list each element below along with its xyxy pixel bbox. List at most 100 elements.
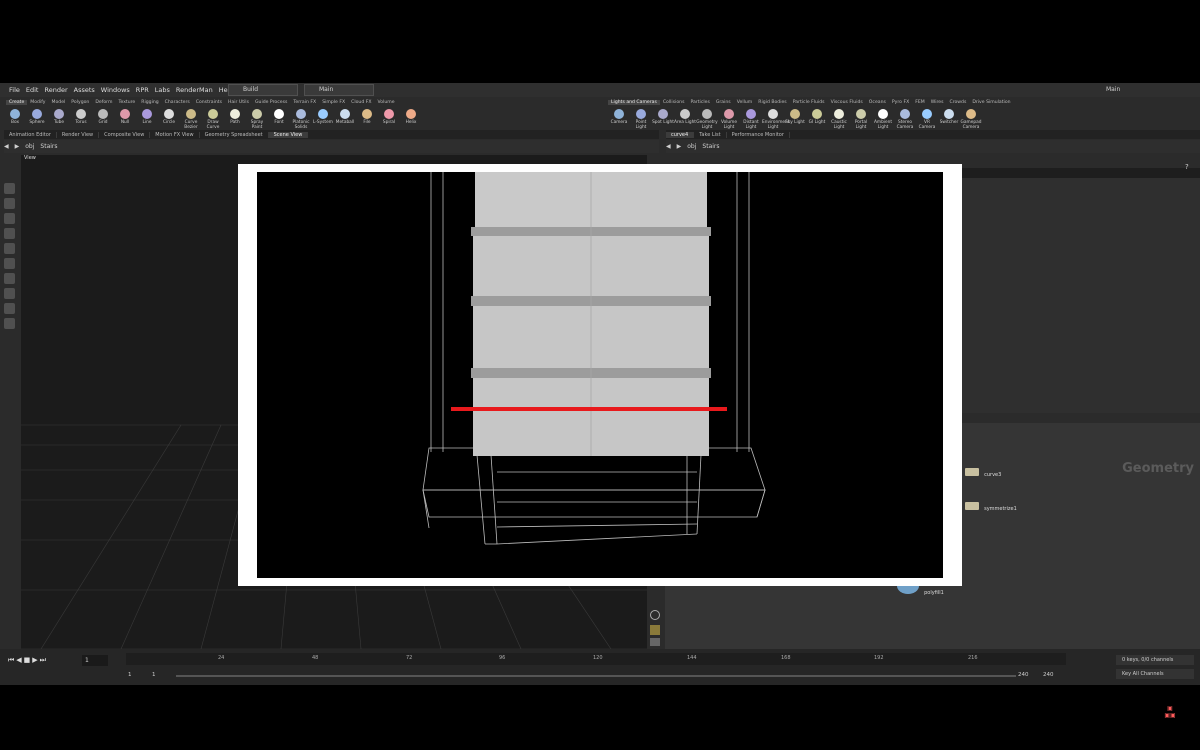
shelf-tab-drive-simulation[interactable]: Drive Simulation [969, 100, 1013, 105]
shelf-tab-rigging[interactable]: Rigging [138, 100, 161, 105]
tool-point-light[interactable]: Point Light [630, 108, 652, 130]
scale-tool-icon[interactable] [4, 243, 15, 254]
tool-portal-light[interactable]: Portal Light [850, 108, 872, 130]
paint-tool-icon[interactable] [4, 288, 15, 299]
frame-field[interactable]: 1 [82, 655, 108, 666]
pane-tab-composite-view[interactable]: Composite View [99, 131, 151, 138]
light-tool-icon[interactable] [4, 273, 15, 284]
tool-file[interactable]: File [356, 108, 378, 130]
shelf-tab-particle-fluids[interactable]: Particle Fluids [790, 100, 828, 105]
pane-tab-performance-monitor[interactable]: Performance Monitor [727, 131, 790, 138]
tool-font[interactable]: Font [268, 108, 290, 130]
tool-torus[interactable]: Torus [70, 108, 92, 130]
tool-circle[interactable]: Circle [158, 108, 180, 130]
range-end-2[interactable]: 240 [1043, 672, 1054, 678]
shelf-tab-oceans[interactable]: Oceans [866, 100, 889, 105]
path-root[interactable]: obj [687, 143, 696, 150]
menu-rpr[interactable]: RPR [133, 86, 152, 94]
range-slider[interactable] [176, 675, 1016, 677]
range-start-2[interactable]: 1 [152, 672, 156, 678]
tool-spiral[interactable]: Spiral [378, 108, 400, 130]
menu-labs[interactable]: Labs [152, 86, 173, 94]
tool-camera[interactable]: Camera [608, 108, 630, 130]
snap-icon[interactable] [4, 303, 15, 314]
tool-spray-paint[interactable]: Spray Paint [246, 108, 268, 130]
network-node-curve3[interactable]: curve3 [965, 461, 1001, 480]
shelf-tab-create[interactable]: Create [6, 100, 28, 105]
shelf-tab-texture[interactable]: Texture [115, 100, 138, 105]
key-all-channels-button[interactable]: Key All Channels [1116, 669, 1194, 679]
tool-area-light[interactable]: Area Light [674, 108, 696, 130]
shelf-tab-volume[interactable]: Volume [375, 100, 398, 105]
magnet-icon[interactable] [4, 318, 15, 329]
shelf-tab-particles[interactable]: Particles [687, 100, 712, 105]
desktop-main-select[interactable]: Main [304, 84, 374, 96]
range-end[interactable]: 240 [1018, 672, 1029, 678]
shelf-tab-terrain-fx[interactable]: Terrain FX [290, 100, 319, 105]
shelf-tab-rigid-bodies[interactable]: Rigid Bodies [755, 100, 789, 105]
shelf-tab-constraints[interactable]: Constraints [193, 100, 225, 105]
tool-distant-light[interactable]: Distant Light [740, 108, 762, 130]
right-main-select[interactable]: Main [1092, 84, 1196, 96]
tool-ambient-light[interactable]: Ambient Light [872, 108, 894, 130]
tool-platonic-solids[interactable]: Platonic Solids [290, 108, 312, 130]
rotate-tool-icon[interactable] [4, 228, 15, 239]
menu-windows[interactable]: Windows [98, 86, 133, 94]
tool-draw-curve[interactable]: Draw Curve [202, 108, 224, 130]
tool-sphere[interactable]: Sphere [26, 108, 48, 130]
timeline-track[interactable]: 24 48 72 96 120 144 168 192 216 [126, 653, 1066, 665]
tool-l-system[interactable]: L-System [312, 108, 334, 130]
tool-gi-light[interactable]: GI Light [806, 108, 828, 130]
menu-file[interactable]: File [6, 86, 23, 94]
tool-path[interactable]: Path [224, 108, 246, 130]
shelf-tab-cloud-fx[interactable]: Cloud FX [348, 100, 374, 105]
network-node-symmetrize1[interactable]: symmetrize1 [965, 495, 1017, 514]
tool-vr-camera[interactable]: VR Camera [916, 108, 938, 130]
shelf-tab-deform[interactable]: Deform [92, 100, 115, 105]
shelf-tab-hair-utils[interactable]: Hair Utils [225, 100, 252, 105]
pane-tab-curve4[interactable]: curve4 [666, 131, 695, 138]
tool-spot-light[interactable]: Spot Light [652, 108, 674, 130]
handle-tool-icon[interactable] [4, 183, 15, 194]
tool-curve-bezier[interactable]: Curve Bezier [180, 108, 202, 130]
forward-arrow-icon[interactable]: ▶ [15, 143, 20, 150]
shelf-tab-collisions[interactable]: Collisions [660, 100, 688, 105]
shelf-tab-wires[interactable]: Wires [928, 100, 947, 105]
menu-renderman[interactable]: RenderMan [173, 86, 216, 94]
tool-volume-light[interactable]: Volume Light [718, 108, 740, 130]
shelf-tab-pyro-fx[interactable]: Pyro FX [889, 100, 912, 105]
pane-tab-take-list[interactable]: Take List [694, 131, 727, 138]
pane-tab-animation-editor[interactable]: Animation Editor [4, 131, 57, 138]
tool-metaball[interactable]: Metaball [334, 108, 356, 130]
shelf-tab-crowds[interactable]: Crowds [946, 100, 969, 105]
tool-caustic-light[interactable]: Caustic Light [828, 108, 850, 130]
menu-render[interactable]: Render [41, 86, 70, 94]
tool-box[interactable]: Box [4, 108, 26, 130]
shelf-tab-vellum[interactable]: Vellum [734, 100, 756, 105]
playback-controls[interactable]: ⏮◀■▶⏭ [8, 656, 48, 665]
tool-geometry-light[interactable]: Geometry Light [696, 108, 718, 130]
pane-tab-scene-view[interactable]: Scene View [268, 131, 309, 138]
camera-display-icon[interactable] [650, 638, 660, 646]
tool-line[interactable]: Line [136, 108, 158, 130]
tool-switcher[interactable]: Switcher [938, 108, 960, 130]
pane-tab-render-view[interactable]: Render View [57, 131, 100, 138]
tool-sky-light[interactable]: Sky Light [784, 108, 806, 130]
desktop-build-select[interactable]: Build [228, 84, 298, 96]
tool-environment-light[interactable]: Environment Light [762, 108, 789, 130]
tool-null[interactable]: Null [114, 108, 136, 130]
move-tool-icon[interactable] [4, 213, 15, 224]
info-icon[interactable] [650, 610, 660, 620]
shelf-tab-polygon[interactable]: Polygon [68, 100, 92, 105]
shelf-tab-fem[interactable]: FEM [912, 100, 928, 105]
shelf-tab-modify[interactable]: Modify [27, 100, 48, 105]
shelf-tab-grains[interactable]: Grains [713, 100, 734, 105]
shelf-tab-lights-and-cameras[interactable]: Lights and Cameras [608, 100, 660, 105]
pane-tab-motion-fx-view[interactable]: Motion FX View [150, 131, 200, 138]
select-tool-icon[interactable] [4, 198, 15, 209]
grid-display-icon[interactable] [650, 625, 660, 635]
menu-edit[interactable]: Edit [23, 86, 42, 94]
tool-helix[interactable]: Helix [400, 108, 422, 130]
path-root[interactable]: obj [25, 143, 34, 150]
shelf-tab-viscous-fluids[interactable]: Viscous Fluids [828, 100, 866, 105]
